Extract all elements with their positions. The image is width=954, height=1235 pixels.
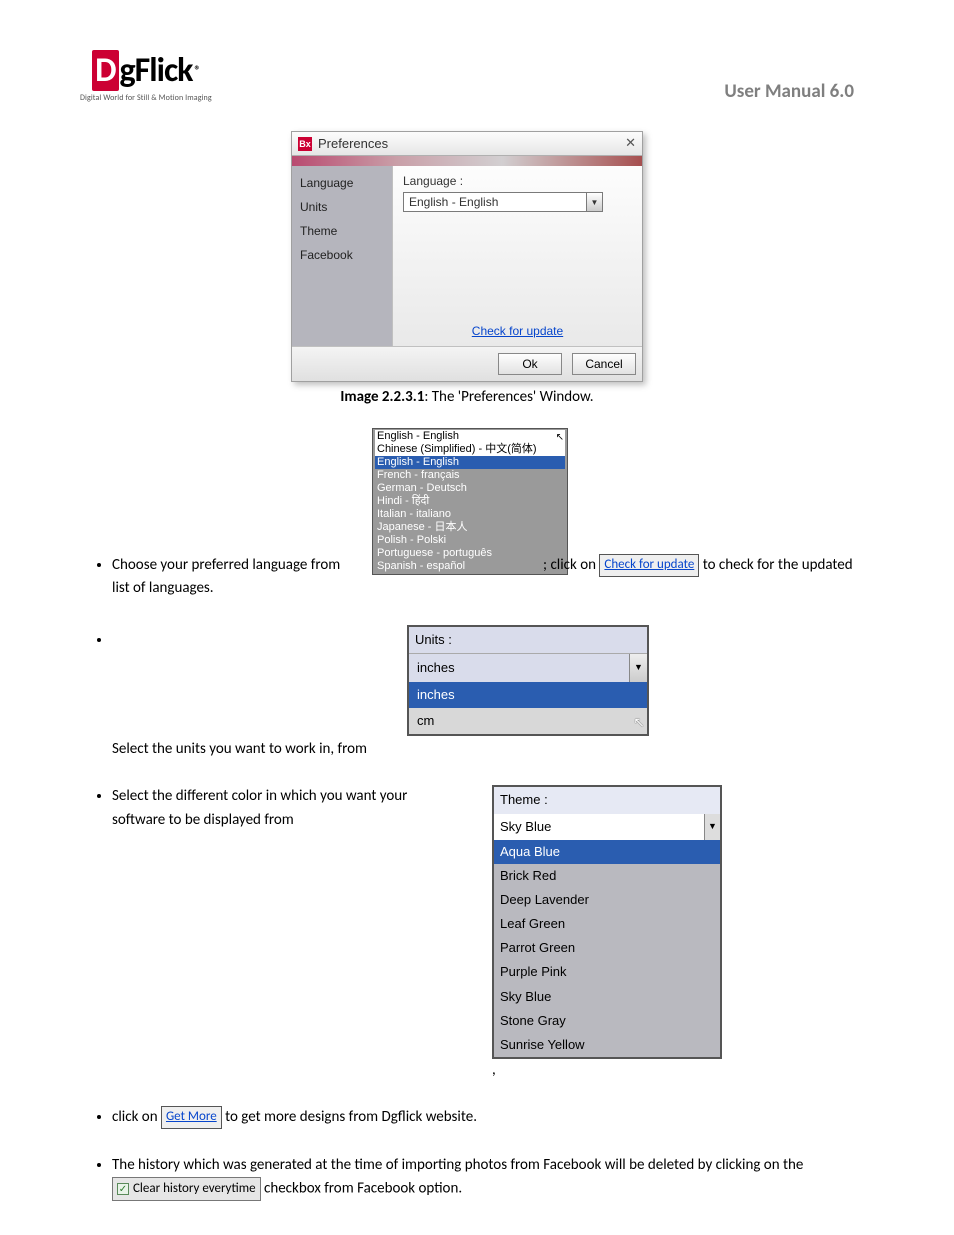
list-item[interactable]: Hindi - हिंदी [375, 495, 565, 508]
list-item[interactable]: inches [409, 682, 647, 708]
checkbox-label: Clear history everytime [133, 1179, 256, 1199]
list-item[interactable]: Chinese (Simplified) - 中文(简体) [375, 443, 565, 456]
instruction-item: The history which was generated at the t… [112, 1154, 854, 1201]
sidebar-item-facebook[interactable]: Facebook [300, 248, 384, 262]
preferences-window-figure: Bx Preferences ✕ Language Units Theme Fa… [291, 131, 643, 382]
trailing-comma: , [492, 1061, 496, 1079]
manual-title: User Manual 6.0 [724, 80, 854, 103]
sidebar-item-language[interactable]: Language [300, 176, 384, 190]
units-select[interactable]: inches ▼ [409, 653, 647, 682]
preferences-footer: Ok Cancel [292, 346, 642, 381]
language-select[interactable]: English - English ▼ [403, 192, 603, 212]
units-dropdown-figure: Units : inches ▼ inches cm ↖ [407, 625, 649, 737]
list-item[interactable]: cm ↖ [409, 708, 647, 734]
list-item[interactable]: Japanese - 日本人 [375, 521, 565, 534]
text: Choose your preferred language from [112, 556, 344, 574]
chevron-down-icon[interactable]: ▼ [629, 654, 647, 682]
logo: DgFlick® Digital World for Still & Motio… [80, 50, 212, 103]
language-select-value: English - English [404, 193, 586, 211]
list-item[interactable]: Deep Lavender [494, 888, 720, 912]
list-item[interactable]: German - Deutsch [375, 482, 565, 495]
text: click on [112, 1108, 161, 1126]
window-title-bar: Bx Preferences ✕ [292, 132, 642, 156]
list-item[interactable]: Aqua Blue [494, 840, 720, 864]
list-item[interactable]: Brick Red [494, 864, 720, 888]
get-more-inline-link[interactable]: Get More [161, 1106, 222, 1129]
check-for-update-link[interactable]: Check for update [393, 324, 642, 338]
list-item[interactable]: Parrot Green [494, 936, 720, 960]
units-label: Units : [409, 627, 647, 653]
logo-registered-icon: ® [195, 64, 200, 78]
list-item[interactable]: Stone Gray [494, 1009, 720, 1033]
cursor-icon: ↖ [633, 712, 645, 734]
theme-select-value: Sky Blue [494, 814, 704, 840]
theme-label: Theme : [494, 787, 720, 813]
list-item[interactable]: Purple Pink [494, 960, 720, 984]
window-title-text: Preferences [318, 136, 388, 151]
close-icon[interactable]: ✕ [625, 135, 636, 151]
chevron-down-icon[interactable]: ▼ [586, 193, 602, 211]
instruction-item: click on Get More to get more designs fr… [112, 1106, 854, 1129]
clear-history-checkbox[interactable]: ✓ Clear history everytime [112, 1177, 261, 1201]
list-item[interactable]: English - English [375, 430, 565, 443]
logo-d-icon: D [92, 50, 118, 91]
theme-select[interactable]: Sky Blue ▼ [494, 814, 720, 840]
theme-dropdown-figure: Theme : Sky Blue ▼ Aqua Blue Brick Red D… [492, 785, 722, 1059]
units-select-value: inches [409, 654, 629, 682]
window-app-icon: Bx [298, 137, 312, 151]
cancel-button[interactable]: Cancel [572, 353, 636, 375]
text: ; click on [543, 556, 599, 574]
checkmark-icon: ✓ [117, 1183, 129, 1195]
ok-button[interactable]: Ok [498, 353, 562, 375]
logo-text: gFlick [120, 50, 193, 91]
chevron-down-icon[interactable]: ▼ [704, 814, 720, 840]
list-item[interactable]: English - English [375, 456, 565, 469]
list-item[interactable]: Italian - italiano [375, 508, 565, 521]
cursor-icon: ↖ [555, 431, 565, 444]
preferences-main-panel: Language : English - English ▼ Check for… [392, 166, 642, 346]
list-item[interactable]: Sky Blue [494, 985, 720, 1009]
instruction-list: Choose your preferred language from ; cl… [112, 554, 854, 1201]
preferences-window: Bx Preferences ✕ Language Units Theme Fa… [291, 131, 643, 382]
caption-rest: : The 'Preferences' Window. [424, 388, 593, 406]
instruction-item: Select the different color in which you … [112, 785, 854, 1082]
language-label: Language : [403, 174, 632, 188]
instruction-item: Units : inches ▼ inches cm ↖ Select the … [112, 625, 854, 762]
figure-caption: Image 2.2.3.1: The 'Preferences' Window. [80, 388, 854, 406]
text: Select the units you want to work in, fr… [112, 740, 367, 758]
text: The history which was generated at the t… [112, 1156, 803, 1174]
text: checkbox from Facebook option. [264, 1180, 462, 1198]
list-item[interactable]: Sunrise Yellow [494, 1033, 720, 1057]
language-options-list[interactable]: ↖ English - English Chinese (Simplified)… [372, 428, 568, 575]
list-item[interactable]: Polish - Polski [375, 534, 565, 547]
text: Select the different color in which you … [112, 785, 432, 832]
check-for-update-inline-link[interactable]: Check for update [599, 554, 699, 577]
preferences-sidebar: Language Units Theme Facebook [292, 166, 392, 346]
list-item[interactable]: Leaf Green [494, 912, 720, 936]
logo-tagline: Digital World for Still & Motion Imaging [80, 93, 212, 103]
instruction-item: Choose your preferred language from ; cl… [112, 554, 854, 601]
page-header: DgFlick® Digital World for Still & Motio… [80, 50, 854, 103]
caption-bold: Image 2.2.3.1 [340, 388, 424, 406]
sidebar-item-units[interactable]: Units [300, 200, 384, 214]
text: cm [417, 713, 434, 728]
text: to get more designs from Dgflick website… [225, 1108, 477, 1126]
window-decoration-strip [292, 156, 642, 166]
list-item[interactable]: French - français [375, 469, 565, 482]
sidebar-item-theme[interactable]: Theme [300, 224, 384, 238]
